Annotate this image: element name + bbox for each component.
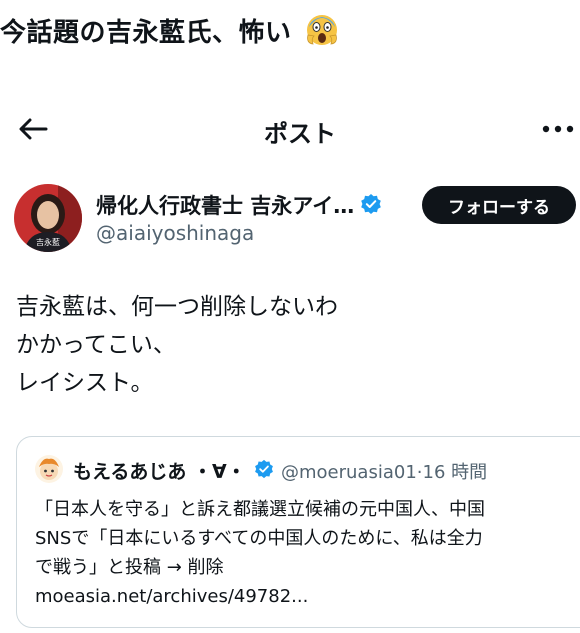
post-caption: 今話題の吉永藍氏、怖い [0,12,339,54]
quoted-text-line: SNSで「日本にいるすべての中国人のために、私は全力 [35,528,483,549]
more-options-icon[interactable] [540,114,576,144]
tweet-line: 吉永藍は、何一つ削除しないわ [16,294,338,320]
quoted-tweet-card[interactable]: もえるあじあ ・∀・ @moeruasia01·16 時間 「日本人を守る」と訴… [16,436,580,628]
quoted-text-line: で戦う」と投稿 → 削除 [35,557,224,578]
screaming-face-icon [305,13,339,54]
quoted-link[interactable]: moeasia.net/archives/49782... [35,582,485,611]
verified-badge-icon [360,193,382,215]
top-navigation-bar: ポスト [0,108,580,152]
author-avatar[interactable]: 吉永藍 [14,184,82,252]
quoted-author-avatar [35,455,63,483]
avatar-caption: 吉永藍 [36,237,60,247]
author-display-name[interactable]: 帰化人行政書士 吉永アイ… [96,190,354,220]
tweet-line: レイシスト。 [16,370,154,396]
quoted-text-line: 「日本人を守る」と訴え都議選立候補の元中国人、中国 [35,499,485,520]
quoted-author-name: もえるあじあ ・∀・ [73,461,246,483]
author-handle[interactable]: @aiaiyoshinaga [96,221,254,245]
quoted-tweet-text: 「日本人を守る」と訴え都議選立候補の元中国人、中国 SNSで「日本にいるすべての… [35,495,485,611]
caption-text: 今話題の吉永藍氏、怖い [0,18,292,48]
quoted-verified-badge-icon [254,459,274,479]
quoted-handle-and-time: @moeruasia01·16 時間 [281,462,488,483]
page-title: ポスト [264,120,336,148]
tweet-text: 吉永藍は、何一つ削除しないわ かかってこい、 レイシスト。 [16,288,338,402]
follow-button[interactable]: フォローする [422,186,576,224]
tweet-line: かかってこい、 [16,332,176,358]
